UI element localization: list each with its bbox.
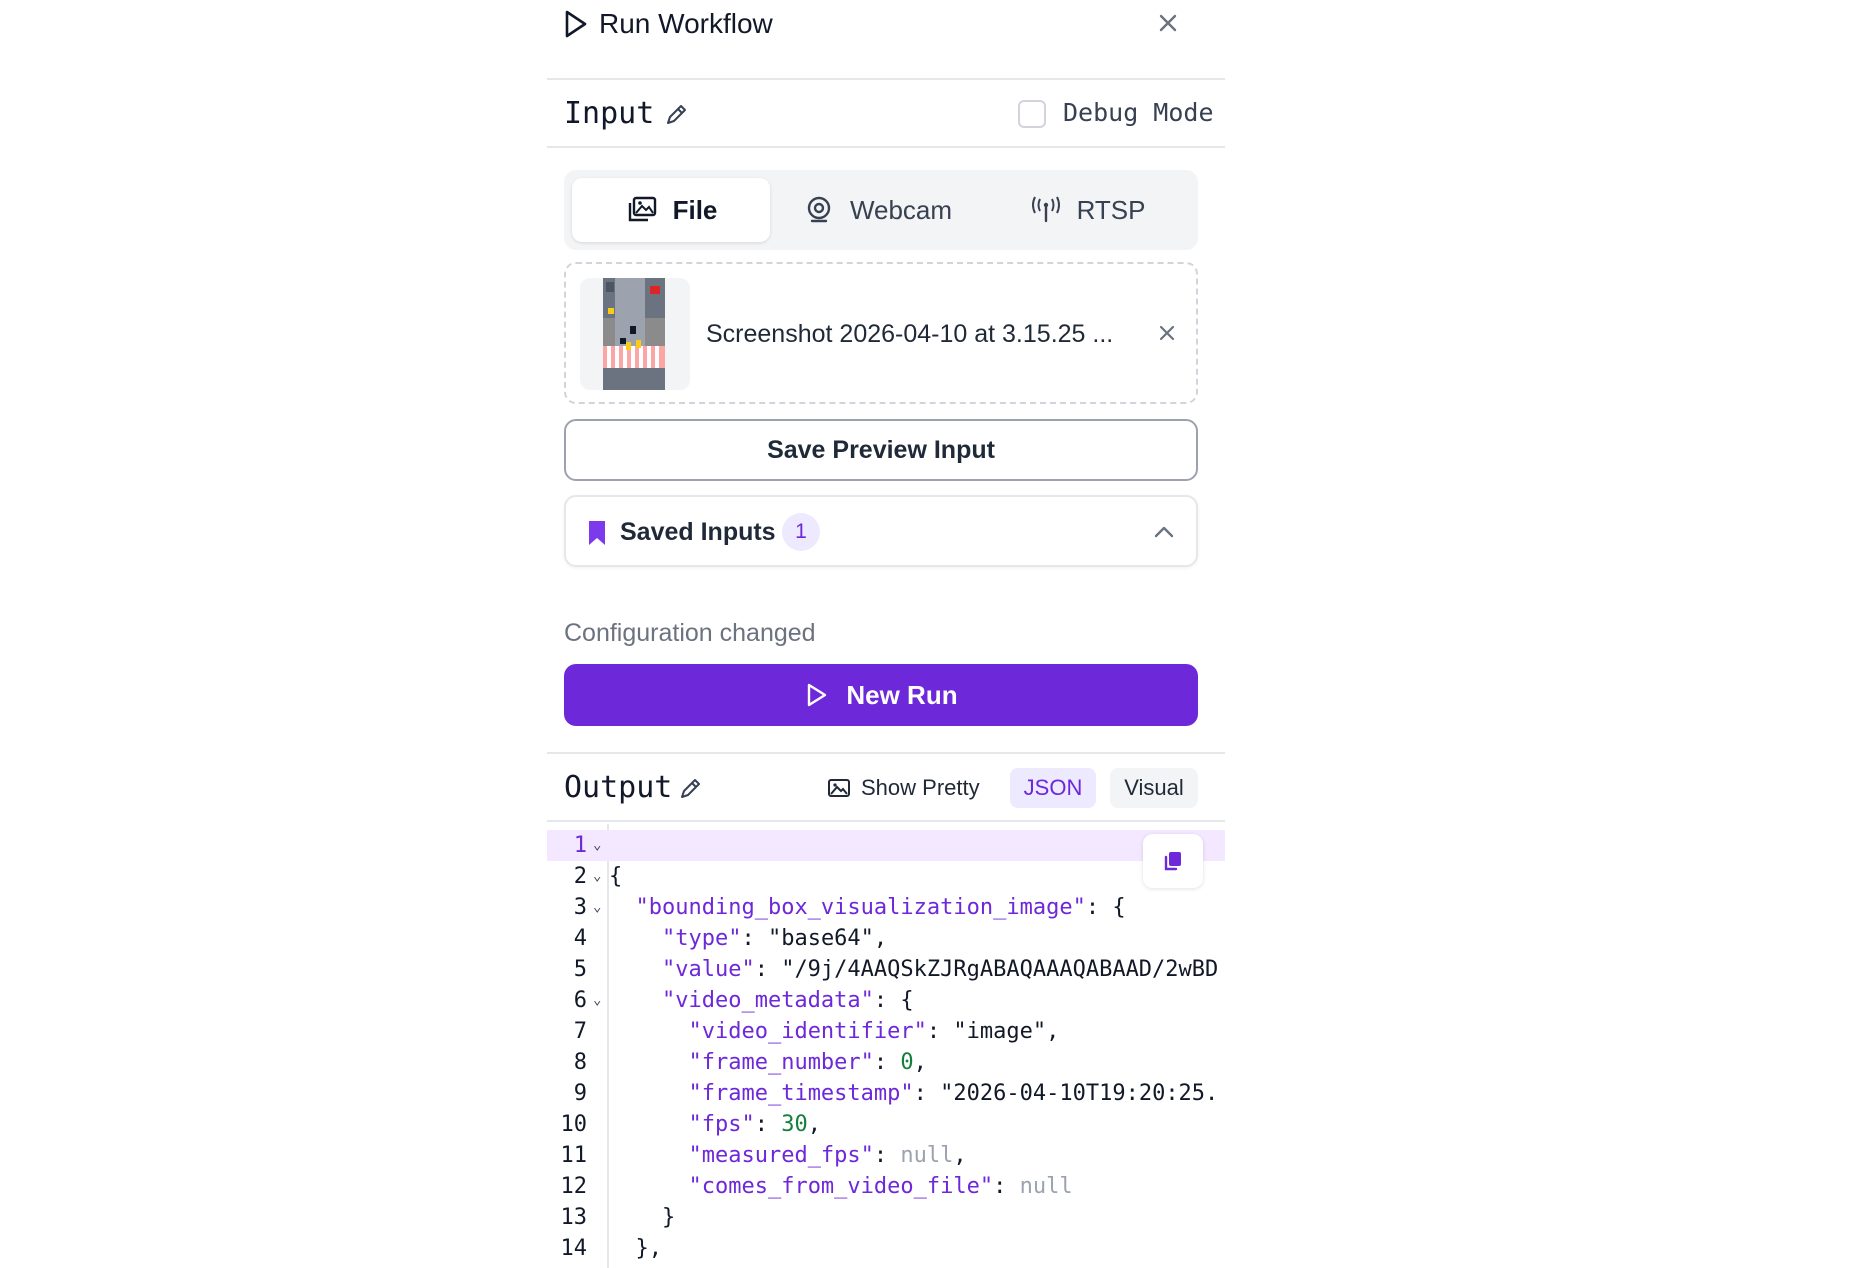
line-number: 12 (560, 1174, 588, 1199)
code-text: "fps": 30, (688, 1112, 821, 1137)
code-line: 2 ⌄ { (547, 861, 1225, 892)
code-text: "value": "/9j/4AAQSkZJRgABAQAAAQABAAD/2w… (661, 957, 1219, 982)
code-line: 10 "fps": 30, (547, 1109, 1225, 1140)
code-line: 5 "value": "/9j/4AAQSkZJRgABAQAAAQABAAD/… (547, 954, 1225, 985)
copy-button[interactable] (1143, 834, 1203, 888)
output-section-title: Output (564, 770, 673, 805)
tab-rtsp[interactable]: RTSP (984, 178, 1190, 242)
saved-inputs-accordion[interactable]: Saved Inputs 1 (564, 495, 1198, 567)
image-stack-icon (628, 196, 656, 222)
code-text: "type": "base64", (661, 926, 888, 951)
show-pretty-label: Show Pretty (861, 775, 980, 800)
save-preview-input-button[interactable]: Save Preview Input (564, 419, 1198, 481)
divider (547, 146, 1225, 148)
debug-mode-label: Debug Mode (1063, 98, 1214, 127)
tab-rtsp-label: RTSP (1076, 194, 1146, 225)
code-line: 12 "comes_from_video_file": null (547, 1171, 1225, 1202)
line-number: 9 (573, 1081, 587, 1106)
code-text: "frame_number": 0, (688, 1050, 927, 1075)
tab-file[interactable]: File (572, 178, 770, 242)
code-line: 1 ⌄ (547, 830, 1225, 861)
code-line: 6 ⌄ "video_metadata": { (547, 985, 1225, 1016)
divider (547, 820, 1225, 822)
code-text: "video_identifier": "image", (688, 1019, 1060, 1044)
antenna-icon (1031, 196, 1060, 223)
saved-inputs-count-badge: 1 (782, 513, 820, 551)
fold-chevron-icon[interactable]: ⌄ (593, 892, 601, 923)
panel-header: Run Workflow (547, 0, 1225, 80)
code-line: 13 } (547, 1202, 1225, 1233)
code-text: "frame_timestamp": "2026-04-10T19:20:25. (688, 1081, 1219, 1106)
code-line: 4 "type": "base64", (547, 923, 1225, 954)
json-view-button[interactable]: JSON (1010, 768, 1096, 808)
divider (547, 78, 1225, 80)
close-icon[interactable] (1155, 10, 1181, 36)
file-thumbnail (580, 278, 690, 390)
chevron-up-icon[interactable] (1151, 519, 1177, 545)
code-line: 7 "video_identifier": "image", (547, 1016, 1225, 1047)
tab-file-label: File (672, 194, 718, 225)
line-number: 8 (573, 1050, 587, 1075)
fold-chevron-icon[interactable]: ⌄ (593, 861, 601, 892)
code-text: "video_metadata": { (661, 988, 914, 1013)
line-number: 4 (573, 926, 587, 951)
file-name: Screenshot 2026-04-10 at 3.15.25 ... (706, 320, 1114, 348)
file-dropzone[interactable]: Screenshot 2026-04-10 at 3.15.25 ... (564, 262, 1198, 404)
code-text: }, (609, 1236, 662, 1261)
line-number: 7 (573, 1019, 587, 1044)
code-text: } (609, 1205, 676, 1230)
run-workflow-panel: Run Workflow Input Debug Mode File Webca… (547, 0, 1225, 1268)
code-text: "bounding_box_visualization_image": { (635, 895, 1126, 920)
code-text: "comes_from_video_file": null (688, 1174, 1073, 1199)
line-number: 11 (560, 1143, 588, 1168)
line-number: 14 (560, 1236, 588, 1261)
debug-mode-checkbox[interactable] (1018, 100, 1046, 128)
tab-webcam[interactable]: Webcam (774, 178, 980, 242)
line-number: 3 (573, 895, 587, 920)
line-number: 10 (560, 1112, 588, 1137)
code-line: 3 ⌄ "bounding_box_visualization_image": … (547, 892, 1225, 923)
pencil-icon[interactable] (663, 102, 689, 128)
code-line: 14 }, (547, 1233, 1225, 1264)
line-number: 5 (573, 957, 587, 982)
panel-title: Run Workflow (599, 8, 773, 39)
tab-webcam-label: Webcam (849, 194, 953, 225)
bookmark-icon (589, 521, 605, 545)
line-number: 6 (573, 988, 587, 1013)
copy-icon (1164, 852, 1181, 871)
new-run-button[interactable]: New Run (564, 664, 1198, 726)
line-number: 2 (573, 864, 587, 889)
remove-file-icon[interactable] (1156, 322, 1178, 344)
input-source-tabs: File Webcam RTSP (564, 170, 1198, 250)
webcam-icon (807, 196, 831, 223)
code-line: 11 "measured_fps": null, (547, 1140, 1225, 1171)
new-run-label: New Run (846, 679, 958, 710)
image-icon (828, 779, 850, 797)
saved-inputs-label: Saved Inputs (620, 518, 776, 546)
visual-view-button[interactable]: Visual (1110, 768, 1198, 808)
code-text: "measured_fps": null, (688, 1143, 967, 1168)
input-section-title: Input (564, 96, 655, 131)
pencil-icon[interactable] (677, 776, 703, 802)
fold-chevron-icon[interactable]: ⌄ (593, 985, 601, 1016)
play-icon (565, 10, 587, 38)
code-line: 9 "frame_timestamp": "2026-04-10T19:20:2… (547, 1078, 1225, 1109)
json-code-viewer[interactable]: 1 ⌄ 2 ⌄ { 3 ⌄ "bounding_box_visualizatio… (547, 824, 1225, 1268)
fold-chevron-icon[interactable]: ⌄ (593, 830, 601, 861)
play-icon (808, 683, 827, 707)
divider (547, 752, 1225, 754)
code-line: 8 "frame_number": 0, (547, 1047, 1225, 1078)
configuration-changed-text: Configuration changed (564, 619, 816, 647)
code-text: { (609, 864, 623, 889)
line-number: 13 (560, 1205, 588, 1230)
show-pretty-toggle[interactable]: Show Pretty (827, 768, 980, 808)
line-number: 1 (573, 833, 587, 858)
